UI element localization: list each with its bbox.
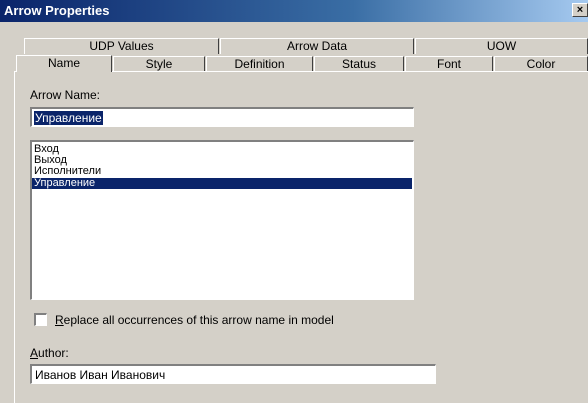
- list-item-selected[interactable]: Управление: [32, 178, 412, 189]
- tab-style[interactable]: Style: [113, 56, 205, 72]
- tab-label: UOW: [486, 39, 517, 53]
- list-item[interactable]: Вход: [32, 144, 412, 155]
- tab-name[interactable]: Name: [16, 55, 112, 72]
- author-label-text: uthor:: [38, 346, 69, 360]
- tab-label: Style: [145, 57, 173, 71]
- tab-label: Font: [436, 57, 461, 71]
- arrow-name-list[interactable]: Вход Выход Исполнители Управление: [30, 140, 414, 300]
- tab-color[interactable]: Color: [494, 56, 588, 72]
- tab-label: Name: [47, 56, 80, 70]
- tab-label: Status: [341, 57, 377, 71]
- replace-all-label[interactable]: Replace all occurrences of this arrow na…: [55, 313, 334, 327]
- author-input[interactable]: Иванов Иван Иванович: [30, 364, 436, 384]
- title-bar: Arrow Properties ×: [0, 0, 588, 22]
- close-button[interactable]: ×: [572, 3, 588, 17]
- tab-arrow-data[interactable]: Arrow Data: [220, 38, 414, 54]
- author-value: Иванов Иван Иванович: [35, 368, 166, 382]
- tab-udp-values[interactable]: UDP Values: [24, 38, 219, 54]
- author-label: Author:: [30, 346, 69, 360]
- replace-all-checkbox[interactable]: [34, 313, 47, 326]
- list-item[interactable]: Исполнители: [32, 166, 412, 177]
- replace-accelerator: R: [55, 313, 64, 327]
- tab-label: Definition: [234, 57, 285, 71]
- arrow-name-value: Управление: [34, 111, 103, 125]
- author-accelerator: A: [30, 346, 39, 360]
- window-title: Arrow Properties: [4, 3, 110, 18]
- tab-font[interactable]: Font: [405, 56, 493, 72]
- tab-label: Color: [526, 57, 556, 71]
- close-icon: ×: [576, 4, 584, 16]
- replace-label-text: eplace all occurrences of this arrow nam…: [63, 313, 334, 327]
- tab-uow[interactable]: UOW: [415, 38, 588, 54]
- tab-label: UDP Values: [89, 39, 154, 53]
- arrow-properties-dialog: Arrow Properties × UDP Values Arrow Data…: [0, 0, 588, 403]
- arrow-name-input[interactable]: Управление: [30, 107, 414, 127]
- tab-status[interactable]: Status: [314, 56, 404, 72]
- tab-label: Arrow Data: [286, 39, 348, 53]
- arrow-name-label: Arrow Name:: [30, 88, 101, 102]
- tab-definition[interactable]: Definition: [206, 56, 313, 72]
